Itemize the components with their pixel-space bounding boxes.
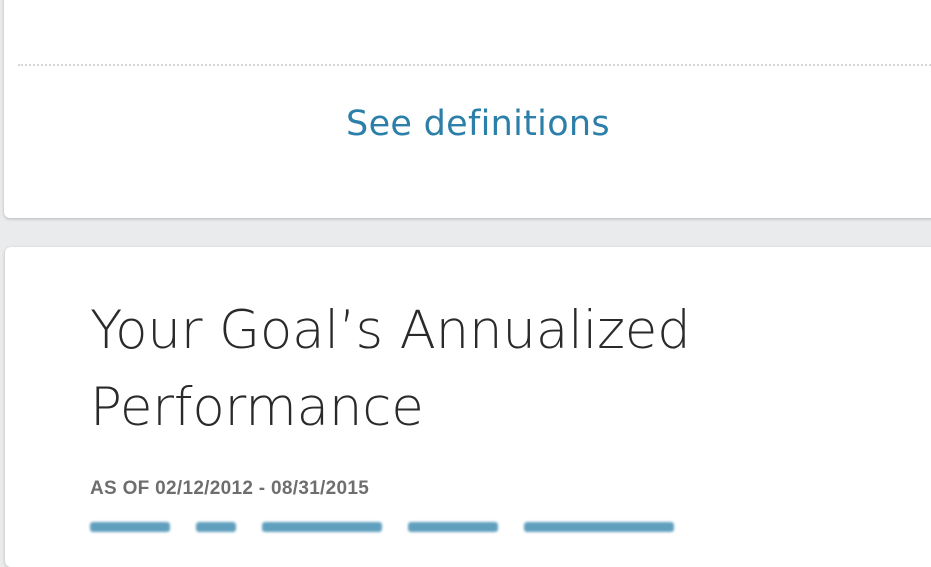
- performance-card: Your Goal’s Annualized Performance AS OF…: [5, 247, 931, 567]
- page-title: Your Goal’s Annualized Performance: [90, 292, 850, 446]
- as-of-date-range: AS OF 02/12/2012 - 08/31/2015: [90, 478, 370, 499]
- see-definitions-link[interactable]: See definitions: [4, 104, 931, 144]
- definitions-card: See definitions: [4, 0, 931, 218]
- dotted-divider: [18, 64, 931, 66]
- title-line-1: Your Goal’s Annualized: [90, 300, 691, 361]
- title-line-2: Performance: [90, 377, 424, 438]
